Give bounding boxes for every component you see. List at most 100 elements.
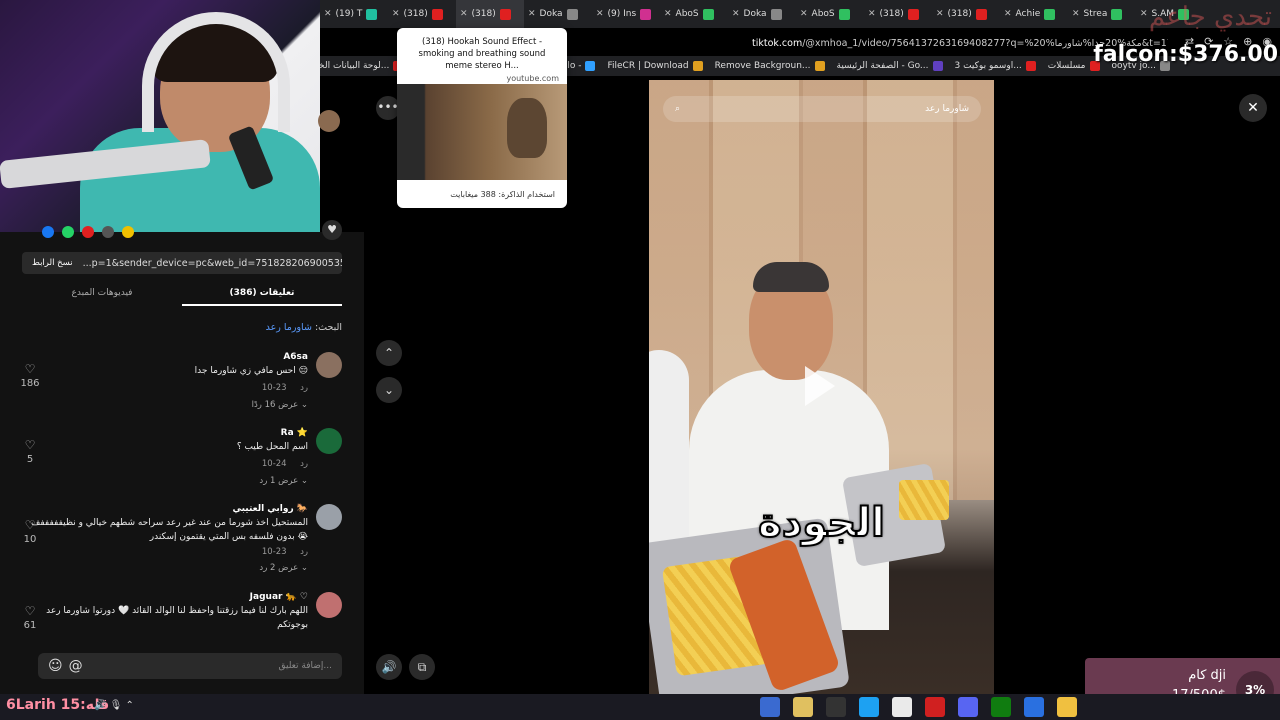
browser-tab[interactable]: ✕ (9) Ins xyxy=(592,0,660,28)
favorite-icon[interactable]: ♥ xyxy=(322,220,342,240)
search-query-link[interactable]: شاورما رعد xyxy=(266,322,312,333)
tab-comments[interactable]: تعليقات (386) xyxy=(182,284,342,306)
heart-icon[interactable]: ♡ xyxy=(20,362,40,376)
view-replies[interactable]: عرض 2 رد ⌄ xyxy=(259,563,308,573)
discord-icon[interactable] xyxy=(958,697,978,717)
taskbar: 6Larih 15:قله 🔊 🎙 ⌃ xyxy=(0,694,1280,720)
bookmark-item[interactable]: الصفحة الرئيسية - Go... xyxy=(837,61,943,71)
avatar[interactable] xyxy=(316,592,342,618)
bookmark-item[interactable]: FileCR | Download xyxy=(607,61,703,71)
creator-avatar[interactable] xyxy=(318,110,340,132)
chevron-up-icon[interactable]: ⌃ xyxy=(376,340,402,366)
xbox-icon[interactable] xyxy=(991,697,1011,717)
close-icon[interactable]: ✕ xyxy=(936,9,944,19)
app-icon[interactable] xyxy=(925,697,945,717)
obs-icon[interactable] xyxy=(826,697,846,717)
falcon-donation-total: falcon:$376.00 xyxy=(1093,42,1278,67)
bookmark-item[interactable]: اوسمو بوكيت 3... xyxy=(955,61,1036,71)
browser-tab[interactable]: ✕ (19) T xyxy=(320,0,388,28)
link-icon[interactable] xyxy=(102,226,114,238)
bookmark-item[interactable]: Remove Backgroun... xyxy=(715,61,825,71)
comment-author[interactable]: روابي العتيبي 🐎 xyxy=(233,504,309,514)
avatar[interactable] xyxy=(316,352,342,378)
chrome-icon[interactable] xyxy=(892,697,912,717)
comment-input[interactable]: ☺ @ إضافة تعليق... xyxy=(38,653,342,679)
browser-tab[interactable]: ✕ Doka xyxy=(728,0,796,28)
video-player[interactable]: ⌕ شاورما رعد الجودة xyxy=(649,80,994,694)
avatar[interactable] xyxy=(316,428,342,454)
facebook-icon[interactable] xyxy=(42,226,54,238)
avatar[interactable] xyxy=(316,504,342,530)
bookmark-item[interactable]: مسلسلات xyxy=(1048,61,1100,71)
bookmark-favicon-icon xyxy=(585,61,596,71)
close-icon[interactable]: ✕ xyxy=(868,9,876,19)
pinterest-icon[interactable] xyxy=(82,226,94,238)
browser-tab[interactable]: ✕ AboS xyxy=(796,0,864,28)
mention-icon[interactable]: @ xyxy=(69,658,83,674)
app-icon[interactable] xyxy=(859,697,879,717)
close-icon[interactable]: ✕ xyxy=(1140,9,1148,19)
search-related: البحث: شاورما رعد xyxy=(266,322,342,333)
tab-creator-videos[interactable]: فيديوهات المبدع xyxy=(22,284,182,306)
browser-tab[interactable]: ✕ Strea xyxy=(1068,0,1136,28)
picture-in-picture-icon[interactable]: ⧉ xyxy=(409,654,435,680)
close-icon[interactable]: ✕ xyxy=(1004,9,1012,19)
folder-icon[interactable] xyxy=(1057,697,1077,717)
close-icon[interactable]: ✕ xyxy=(596,9,604,19)
system-tray[interactable]: 🔊 🎙 ⌃ xyxy=(94,700,134,711)
app-icon[interactable] xyxy=(1024,697,1044,717)
comment-author[interactable]: Ra ⭐ xyxy=(281,428,308,438)
comment-author[interactable]: Jaguar 🐆 ♡ xyxy=(250,592,308,602)
reply-link[interactable]: رد xyxy=(300,383,308,393)
url-text[interactable]: tiktok.com/@xmhoa_1/video/75641372631694… xyxy=(568,38,1168,49)
copy-link-button[interactable]: نسخ الرابط xyxy=(22,258,83,268)
close-icon[interactable]: ✕ xyxy=(664,9,672,19)
close-icon[interactable]: ✕ xyxy=(800,9,808,19)
favicon-icon xyxy=(838,8,850,20)
close-icon[interactable]: ✕ xyxy=(528,9,536,19)
browser-tab[interactable]: ✕ Achie xyxy=(1000,0,1068,28)
like-count: 5 xyxy=(26,454,34,465)
browser-tab[interactable]: ✕ (318) xyxy=(864,0,932,28)
reply-link[interactable]: رد xyxy=(300,547,308,557)
heart-icon[interactable]: ♡ xyxy=(20,518,40,532)
bookmark-label: مسلسلات xyxy=(1047,61,1086,71)
browser-tab[interactable]: ✕ AboS xyxy=(660,0,728,28)
favicon-icon xyxy=(1044,8,1056,20)
close-icon[interactable]: ✕ xyxy=(392,9,400,19)
tiktok-side-panel: ♥ نسخ الرابط ...p=1&sender_device=pc&web… xyxy=(0,220,364,694)
search-icon[interactable]: ⌕ xyxy=(675,104,680,114)
browser-tab[interactable]: ✕ (318) xyxy=(456,0,524,28)
emoji-icon[interactable]: ☺ xyxy=(48,658,63,674)
store-icon[interactable] xyxy=(793,697,813,717)
browser-tab[interactable]: ✕ Doka xyxy=(524,0,592,28)
reply-link[interactable]: رد xyxy=(300,459,308,469)
browser-tab[interactable]: ✕ (318) xyxy=(932,0,1000,28)
close-icon[interactable]: ✕ xyxy=(732,9,740,19)
bookmark-item[interactable]: لوحة البيانات الخاصة... xyxy=(320,61,404,71)
close-icon[interactable]: ✕ xyxy=(460,9,468,19)
close-icon[interactable]: ✕ xyxy=(1072,9,1080,19)
video-search-bar[interactable]: ⌕ شاورما رعد xyxy=(663,96,981,122)
snap-icon[interactable] xyxy=(122,226,134,238)
view-replies[interactable]: عرض 16 ردًا ⌄ xyxy=(252,400,308,410)
heart-icon[interactable]: ♡ xyxy=(20,604,40,618)
favicon-icon xyxy=(770,8,782,20)
chevron-down-icon[interactable]: ⌄ xyxy=(376,377,402,403)
tab-label: Achie xyxy=(1015,9,1041,19)
tab-label: Doka xyxy=(539,9,563,19)
close-icon[interactable]: ✕ xyxy=(324,9,332,19)
browser-tab[interactable]: ✕ (318) xyxy=(388,0,456,28)
app-icon[interactable] xyxy=(760,697,780,717)
comment-author[interactable]: A6sa xyxy=(283,352,308,362)
close-icon[interactable]: ✕ xyxy=(1239,94,1267,122)
heart-icon[interactable]: ♡ xyxy=(20,438,40,452)
view-replies[interactable]: عرض 1 رد ⌄ xyxy=(259,476,308,486)
thumbnail-monkey xyxy=(507,98,547,158)
favicon-icon xyxy=(566,8,578,20)
comment-meta: 10-24 رد xyxy=(262,459,308,469)
play-icon[interactable] xyxy=(805,366,835,406)
search-label: البحث: xyxy=(314,322,342,333)
volume-icon[interactable]: 🔊 xyxy=(376,654,402,680)
whatsapp-icon[interactable] xyxy=(62,226,74,238)
